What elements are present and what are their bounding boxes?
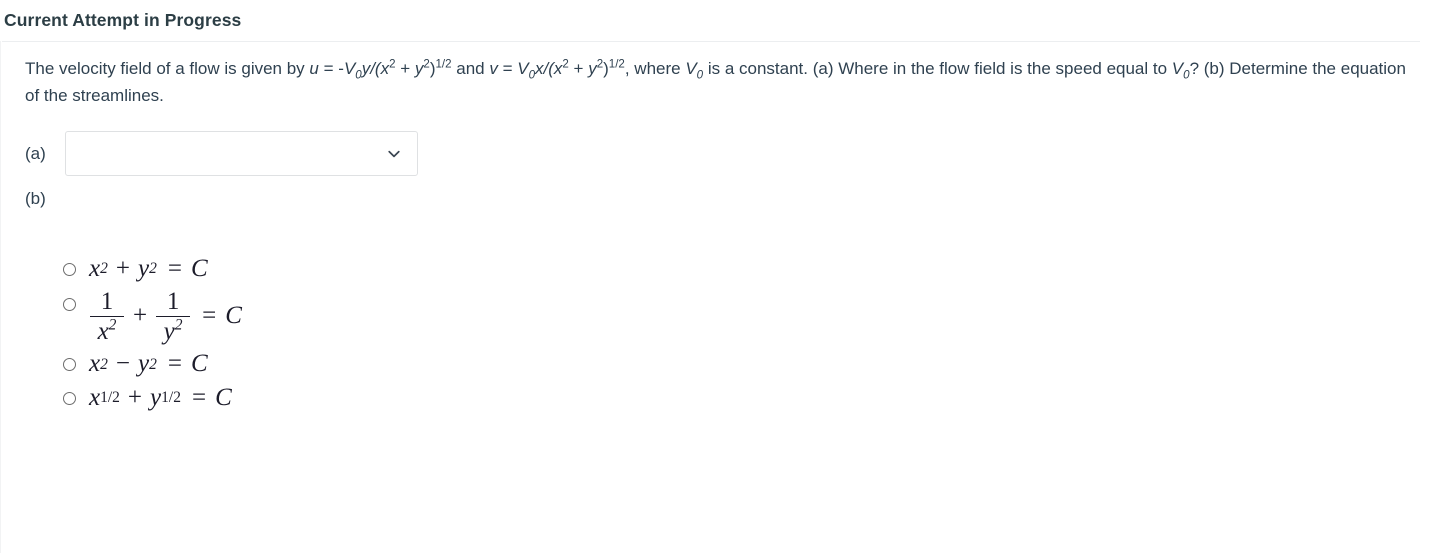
option2-fraction-2: 1 y2 xyxy=(156,287,191,346)
option1-constant: C xyxy=(190,255,208,282)
u-numerator-rest: y/( xyxy=(361,59,381,78)
option4-operator: + xyxy=(127,384,143,412)
radio-button-option-3[interactable] xyxy=(63,358,76,372)
option1-equals: = xyxy=(167,255,182,282)
question-statement: The velocity field of a flow is given by… xyxy=(25,55,1411,109)
answer-option-4-expression: x 1/2 + y 1/2 = C xyxy=(89,384,232,412)
variable-V-1: V xyxy=(343,59,356,78)
option3-operator: − xyxy=(115,350,130,378)
variable-v: v xyxy=(489,59,498,78)
option4-base-y: y xyxy=(150,384,162,412)
question-panel: The velocity field of a flow is given by… xyxy=(0,41,1435,553)
variable-V-3: V xyxy=(685,59,697,78)
exponent-half-2: 1/2 xyxy=(608,58,625,71)
variable-V-4: V xyxy=(1171,59,1184,78)
answer-option-3-expression: x 2− y 2 = C xyxy=(89,350,208,378)
option4-constant: C xyxy=(215,384,232,412)
radio-button-option-2[interactable] xyxy=(63,297,76,311)
option4-equals: = xyxy=(191,384,207,412)
part-a-label: (a) xyxy=(25,143,46,163)
page-title: Current Attempt in Progress xyxy=(4,10,242,30)
variable-y-2: y xyxy=(588,59,597,78)
option3-base-y: y xyxy=(137,350,150,378)
option2-equals: = xyxy=(202,302,217,330)
part-b-row: (b) xyxy=(1,176,1435,209)
option2-fraction-1: 1 x2 xyxy=(90,287,124,346)
chevron-down-icon xyxy=(385,145,403,163)
variable-x-1: x xyxy=(380,59,390,78)
radio-button-option-1[interactable] xyxy=(63,262,76,276)
option2-frac2-numerator: 1 xyxy=(166,287,180,315)
option2-constant: C xyxy=(225,302,242,330)
option2-frac1-den-exp: 2 xyxy=(108,317,117,335)
constant-clause: is a constant. (a) Where in the flow fie… xyxy=(703,59,1172,78)
option3-equals: = xyxy=(167,350,182,378)
answer-option-2-expression: 1 x2 + 1 y2 = C xyxy=(89,287,242,346)
option2-frac2-den-base: y xyxy=(163,318,175,346)
answer-option-4[interactable]: x 1/2 + y 1/2 = C xyxy=(63,384,1435,413)
u-equals: = - xyxy=(318,59,344,78)
answer-option-2[interactable]: 1 x2 + 1 y2 = C xyxy=(63,287,1435,346)
option2-frac1-denominator: x2 xyxy=(92,317,123,346)
where-clause: , where xyxy=(624,59,686,78)
answer-dropdown-a[interactable] xyxy=(65,131,418,176)
plus-sign-1: + xyxy=(395,59,415,78)
variable-V-2: V xyxy=(517,59,529,78)
option2-frac2-den-exp: 2 xyxy=(174,317,183,335)
answer-option-3[interactable]: x 2− y 2 = C xyxy=(63,350,1435,379)
part-a-row: (a) xyxy=(1,109,1435,176)
v-numerator-rest: x/( xyxy=(535,59,554,78)
variable-u: u xyxy=(309,59,319,78)
option1-base-y: y xyxy=(137,255,150,282)
radio-button-option-4[interactable] xyxy=(63,391,76,405)
option3-base-x: x xyxy=(89,350,101,378)
option2-operator: + xyxy=(133,302,148,330)
question-block: The velocity field of a flow is given by… xyxy=(1,41,1435,109)
answer-options-list: x 2 + y 2 = C 1 x2 + 1 y2 = C x 2 − y 2 … xyxy=(1,209,1435,413)
option4-base-x: x xyxy=(89,384,101,412)
part-b-label: (b) xyxy=(25,189,46,208)
option1-operator: + xyxy=(115,255,130,282)
option1-base-x: x xyxy=(89,255,101,282)
option2-frac2-denominator: y2 xyxy=(158,317,189,346)
option2-frac1-numerator: 1 xyxy=(100,287,114,315)
v-equals: = xyxy=(497,59,518,78)
page-header: Current Attempt in Progress xyxy=(0,0,1435,41)
option3-constant: C xyxy=(190,350,208,378)
answer-option-1-expression: x 2 + y 2 = C xyxy=(89,255,208,282)
exponent-half-1: 1/2 xyxy=(435,58,452,71)
option2-frac1-den-base: x xyxy=(97,318,109,346)
conjunction-and: and xyxy=(451,59,490,78)
answer-option-1[interactable]: x 2 + y 2 = C xyxy=(63,255,1435,284)
plus-sign-2: + xyxy=(568,59,589,78)
question-text-intro: The velocity field of a flow is given by xyxy=(25,59,310,78)
